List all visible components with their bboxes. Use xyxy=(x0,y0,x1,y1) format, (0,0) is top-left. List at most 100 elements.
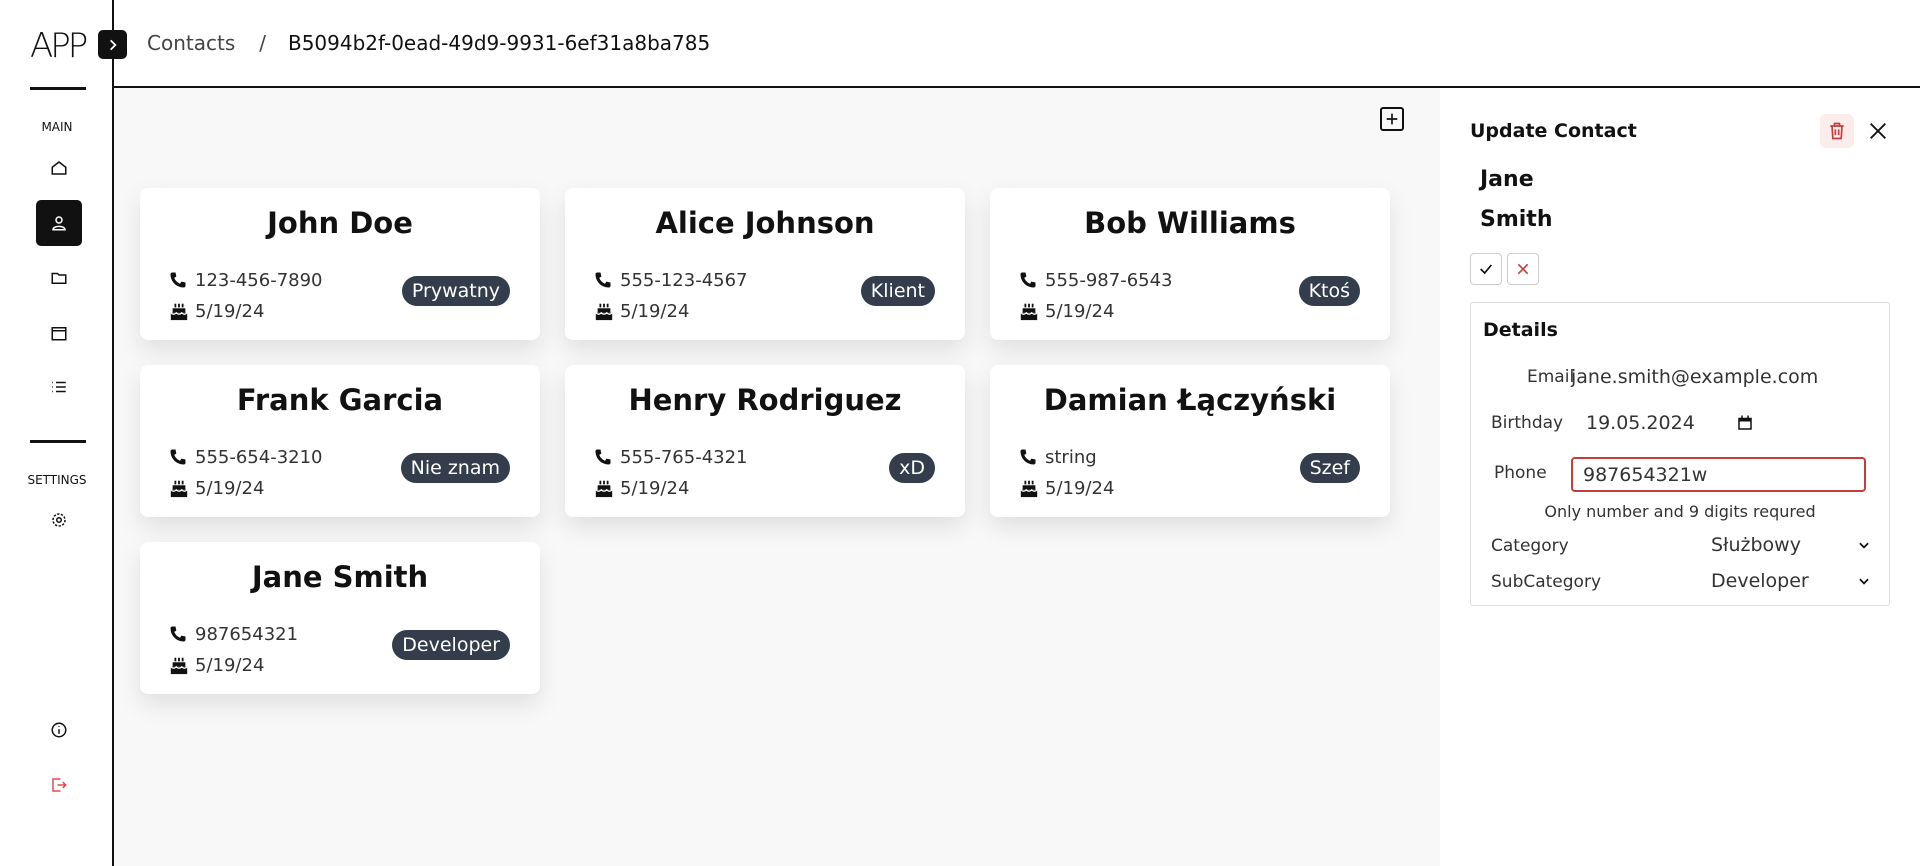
contact-phone: 123-456-7890 xyxy=(195,269,323,291)
contact-phone-row: 987654321 xyxy=(168,623,298,645)
phone-icon xyxy=(168,623,190,645)
cake-icon xyxy=(168,300,190,322)
user-icon xyxy=(52,216,66,231)
category-badge: Klient xyxy=(860,276,935,306)
category-badge: Prywatny xyxy=(401,276,510,306)
contact-card[interactable]: John Doe 123-456-7890 5/19/24 Prywatny xyxy=(140,188,540,340)
birthday-field[interactable]: 19.05.2024 xyxy=(1586,412,1695,434)
first-name-field[interactable]: Jane xyxy=(1480,167,1534,192)
phone-label: Phone xyxy=(1494,463,1547,483)
confirm-name-button[interactable] xyxy=(1470,253,1502,285)
contact-phone: 555-765-4321 xyxy=(620,446,748,468)
contact-card[interactable]: Damian Łączyński string 5/19/24 Szef xyxy=(990,365,1390,517)
contact-name: Henry Rodriguez xyxy=(628,383,902,417)
subcategory-label: SubCategory xyxy=(1491,572,1602,592)
sidebar-item-list[interactable] xyxy=(36,364,82,410)
category-badge: xD xyxy=(889,453,935,483)
contact-birthday: 5/19/24 xyxy=(620,300,690,322)
contact-card[interactable]: Bob Williams 555-987-6543 5/19/24 Ktoś xyxy=(990,188,1390,340)
category-badge: Szef xyxy=(1299,453,1360,483)
sidebar-item-settings[interactable] xyxy=(36,497,82,543)
contact-card[interactable]: Frank Garcia 555-654-3210 5/19/24 Nie zn… xyxy=(140,365,540,517)
folder-icon xyxy=(51,272,67,284)
contact-phone: 555-654-3210 xyxy=(195,446,323,468)
contact-phone: 987654321 xyxy=(195,623,299,645)
phone-icon xyxy=(593,269,615,291)
calendar-picker-icon[interactable] xyxy=(1736,414,1754,436)
plus-icon xyxy=(1386,113,1398,125)
phone-icon xyxy=(168,269,190,291)
subcategory-select[interactable]: Developer xyxy=(1711,570,1871,592)
contact-birthday: 5/19/24 xyxy=(195,654,265,676)
category-badge: Developer xyxy=(392,630,510,660)
phone-icon xyxy=(168,446,190,468)
category-select-value: Służbowy xyxy=(1711,534,1801,556)
chevron-right-icon xyxy=(109,39,117,50)
category-badge: Ktoś xyxy=(1298,276,1360,306)
breadcrumb-current: B5094b2f-0ead-49d9-9931-6ef31a8ba785 xyxy=(287,31,711,55)
last-name-field[interactable]: Smith xyxy=(1480,207,1553,232)
calendar-icon xyxy=(51,327,67,341)
category-select[interactable]: Służbowy xyxy=(1711,534,1871,556)
details-section: Details Email jane.smith@example.com Bir… xyxy=(1470,302,1890,606)
birthday-label: Birthday xyxy=(1491,413,1564,433)
trash-icon xyxy=(1830,122,1844,140)
add-contact-button[interactable] xyxy=(1380,107,1404,131)
logout-icon xyxy=(52,778,67,792)
contact-card[interactable]: Jane Smith 987654321 5/19/24 Developer xyxy=(140,542,540,694)
contact-card[interactable]: Alice Johnson 555-123-4567 5/19/24 Klien… xyxy=(565,188,965,340)
contact-phone-row: 555-654-3210 xyxy=(168,446,323,468)
gear-icon xyxy=(52,513,66,527)
contact-phone-row: 555-987-6543 xyxy=(1018,269,1173,291)
app-logo: APP xyxy=(30,26,88,66)
email-field[interactable]: jane.smith@example.com xyxy=(1571,366,1818,388)
contact-birthday-row: 5/19/24 xyxy=(593,477,689,499)
chevron-down-icon xyxy=(1859,578,1869,585)
sidebar-expand-button[interactable] xyxy=(98,30,127,59)
sidebar-section-main: MAIN xyxy=(41,120,73,134)
sidebar-item-logout[interactable] xyxy=(36,762,82,808)
sidebar-item-calendar[interactable] xyxy=(36,310,82,356)
cake-icon xyxy=(593,300,615,322)
phone-validation-error: Only number and 9 digits requred xyxy=(1544,502,1816,521)
home-icon xyxy=(51,161,67,175)
subcategory-select-value: Developer xyxy=(1711,570,1809,592)
email-label: Email xyxy=(1527,367,1575,387)
close-panel-button[interactable] xyxy=(1862,115,1894,147)
contact-birthday-row: 5/19/24 xyxy=(1018,300,1114,322)
contact-phone-row: 555-123-4567 xyxy=(593,269,748,291)
cake-icon xyxy=(168,477,190,499)
panel-title: Update Contact xyxy=(1470,120,1637,142)
breadcrumb: Contacts / B5094b2f-0ead-49d9-9931-6ef31… xyxy=(114,0,1920,88)
contact-name: Alice Johnson xyxy=(655,206,875,240)
breadcrumb-contacts-link[interactable]: Contacts xyxy=(147,31,235,55)
sidebar-divider xyxy=(30,440,86,443)
category-badge: Nie znam xyxy=(400,453,510,483)
breadcrumb-separator: / xyxy=(259,31,266,55)
contact-birthday: 5/19/24 xyxy=(1045,300,1115,322)
sidebar-item-info[interactable] xyxy=(36,707,82,753)
chevron-down-icon xyxy=(1859,542,1869,549)
phone-icon xyxy=(1018,269,1040,291)
contact-phone: string xyxy=(1045,446,1097,468)
sidebar-item-contacts[interactable] xyxy=(36,200,82,246)
contact-phone: 555-123-4567 xyxy=(620,269,748,291)
check-icon xyxy=(1480,264,1492,275)
delete-contact-button[interactable] xyxy=(1820,114,1854,148)
cake-icon xyxy=(1018,477,1040,499)
sidebar-item-folders[interactable] xyxy=(36,255,82,301)
contact-name: Damian Łączyński xyxy=(1043,383,1337,417)
close-icon xyxy=(1517,263,1529,275)
contact-name: Bob Williams xyxy=(1084,206,1296,240)
contact-phone-row: string xyxy=(1018,446,1097,468)
cake-icon xyxy=(593,477,615,499)
sidebar-item-home[interactable] xyxy=(36,145,82,191)
contact-phone-row: 555-765-4321 xyxy=(593,446,748,468)
contact-birthday: 5/19/24 xyxy=(195,477,265,499)
contact-card[interactable]: Henry Rodriguez 555-765-4321 5/19/24 xD xyxy=(565,365,965,517)
phone-input[interactable]: 987654321w xyxy=(1571,457,1866,492)
info-icon xyxy=(51,722,67,738)
contact-phone-row: 123-456-7890 xyxy=(168,269,323,291)
cancel-name-button[interactable] xyxy=(1507,253,1539,285)
contact-birthday: 5/19/24 xyxy=(1045,477,1115,499)
